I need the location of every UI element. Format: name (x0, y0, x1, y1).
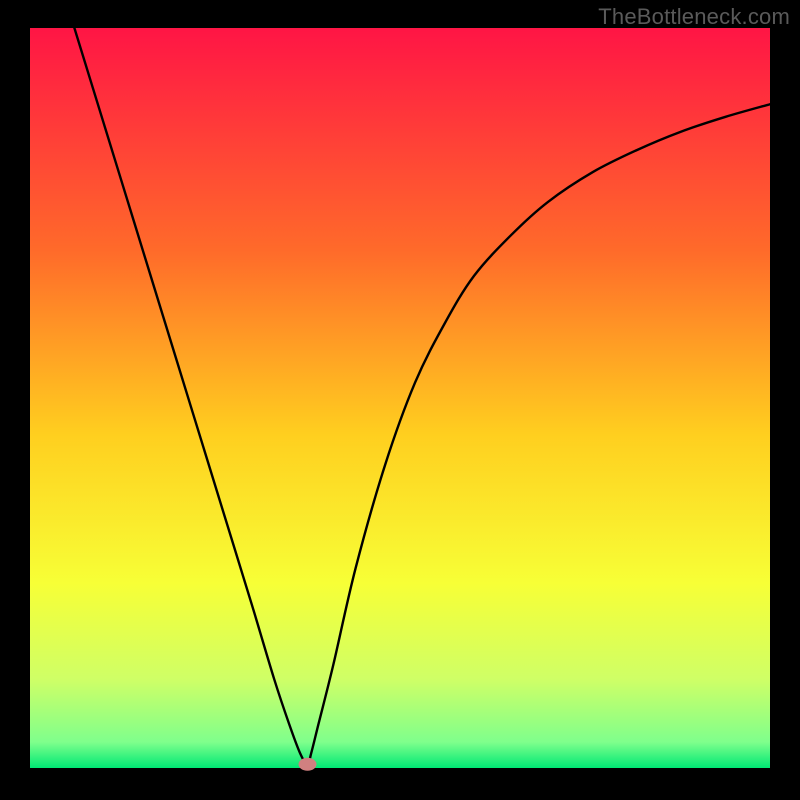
watermark-text: TheBottleneck.com (598, 4, 790, 30)
optimal-point-marker (299, 758, 317, 771)
plot-background (30, 28, 770, 768)
chart-canvas (0, 0, 800, 800)
chart-frame: TheBottleneck.com (0, 0, 800, 800)
